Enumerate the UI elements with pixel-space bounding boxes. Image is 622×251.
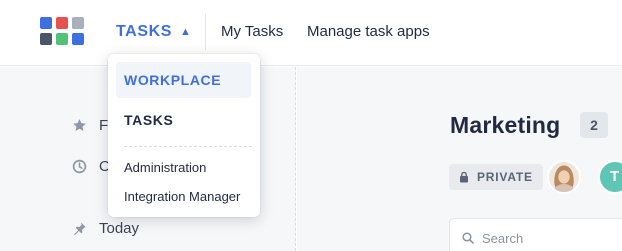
dropdown-item-tasks[interactable]: TASKS	[116, 102, 251, 138]
app-switcher-button[interactable]: TASKS ▲	[116, 22, 191, 42]
star-icon	[73, 119, 86, 131]
board-title: Marketing	[450, 112, 561, 138]
privacy-badge[interactable]: PRIVATE	[449, 164, 543, 190]
app-switcher-dropdown: WORKPLACE TASKS Administration Integrati…	[108, 54, 260, 217]
dropdown-link-integration-manager[interactable]: Integration Manager	[124, 189, 240, 204]
app-grid-icon[interactable]	[40, 17, 84, 45]
nav-manage-task-apps-link[interactable]: Manage task apps	[307, 23, 430, 40]
app-tile	[72, 17, 84, 29]
app-tile	[72, 33, 84, 45]
privacy-label: PRIVATE	[477, 170, 533, 184]
dropdown-item-workplace[interactable]: WORKPLACE	[116, 62, 251, 98]
member-avatar[interactable]	[547, 160, 581, 194]
avatar-initial: T	[610, 168, 620, 185]
app-tile	[56, 33, 68, 45]
caret-up-icon: ▲	[180, 26, 191, 38]
sidebar-item-overdue[interactable]: O	[72, 158, 111, 175]
search-input[interactable]	[482, 230, 622, 246]
sidebar-item-label: Today	[99, 220, 140, 237]
search-field[interactable]	[449, 218, 622, 251]
nav-my-tasks-link[interactable]: My Tasks	[221, 23, 283, 40]
app-switcher-label: TASKS	[116, 23, 173, 40]
pin-icon	[74, 222, 86, 236]
avatar-photo	[549, 162, 579, 192]
task-count-badge: 2	[580, 112, 608, 138]
app-tile	[56, 17, 68, 29]
lock-icon	[460, 171, 468, 183]
search-icon	[462, 232, 474, 244]
sidebar-item-today[interactable]: Today	[72, 220, 139, 237]
app-tile	[40, 33, 52, 45]
nav-divider	[205, 14, 206, 50]
dropdown-link-administration[interactable]: Administration	[124, 160, 206, 175]
dropdown-divider	[124, 146, 252, 147]
top-bar: TASKS ▲ My Tasks Manage task apps	[0, 0, 622, 66]
clock-icon	[72, 159, 87, 174]
app-tile	[40, 17, 52, 29]
